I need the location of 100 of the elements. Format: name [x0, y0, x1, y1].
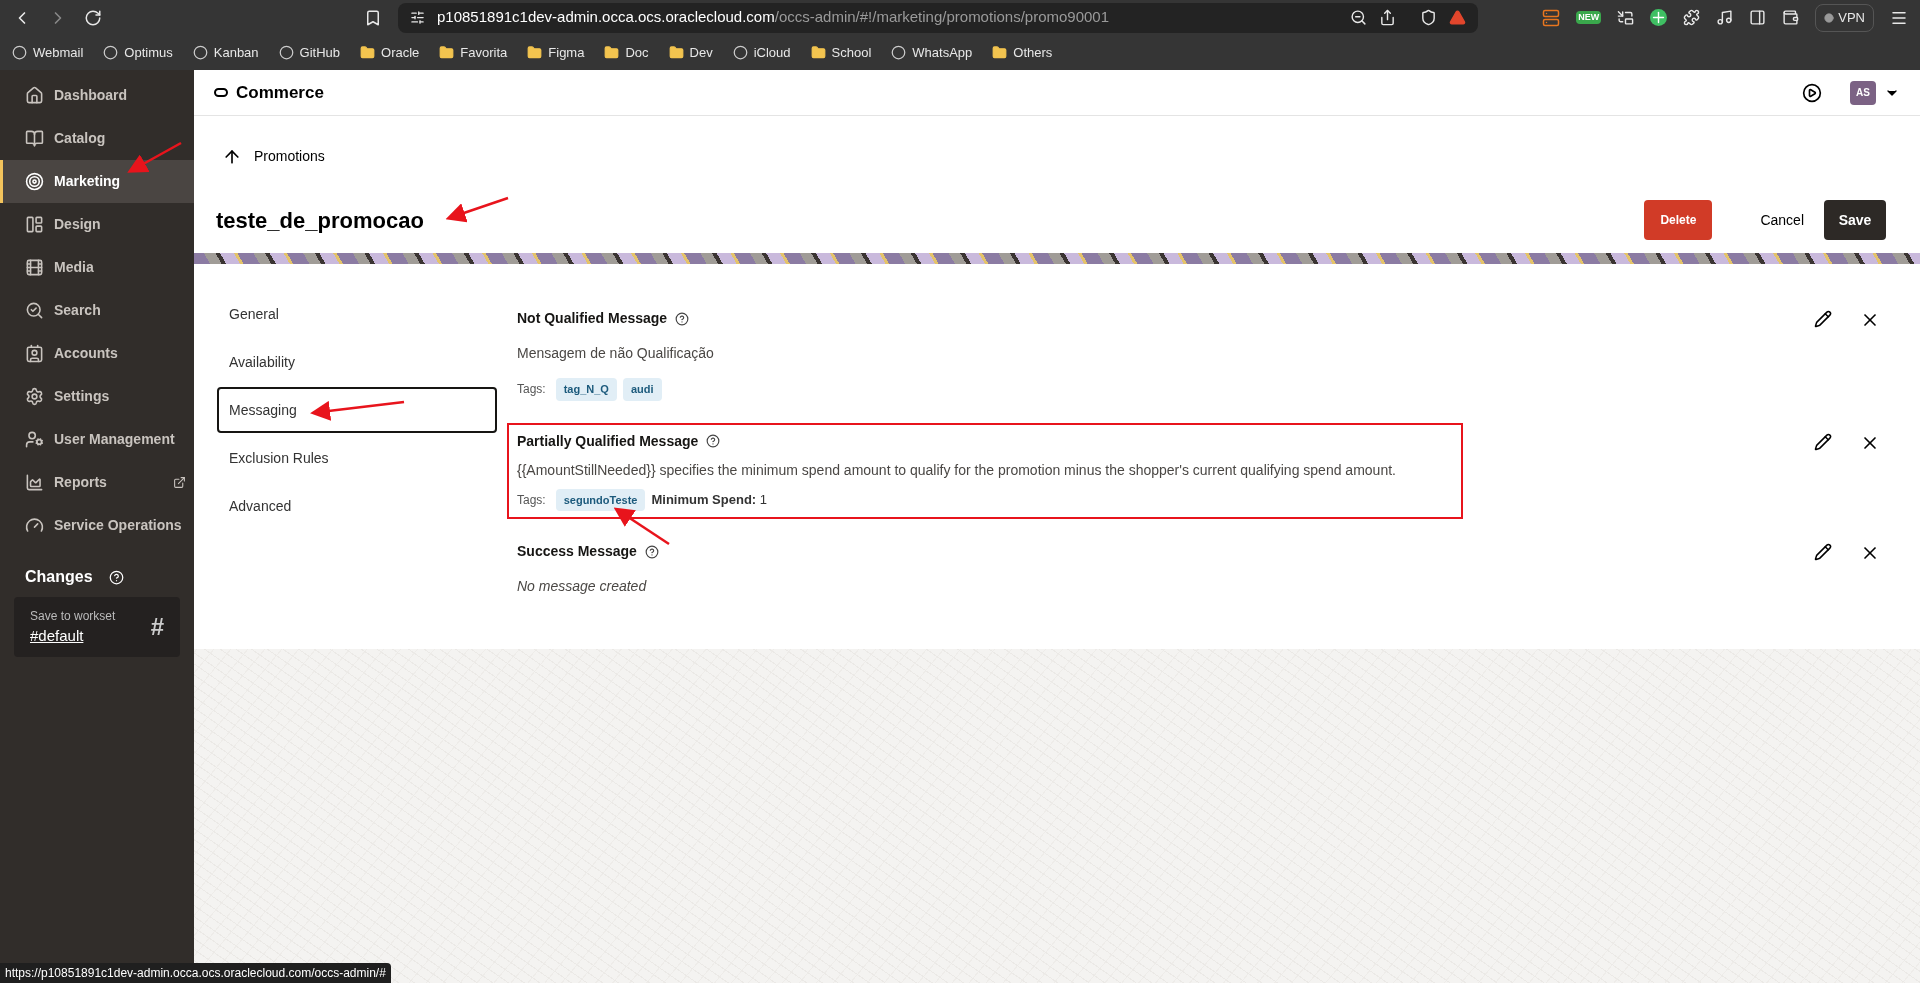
external-link-icon[interactable]	[173, 476, 186, 489]
nav-icon	[25, 301, 44, 320]
sidebar-icon[interactable]	[1749, 9, 1767, 26]
folder-icon	[604, 45, 620, 60]
share-icon[interactable]	[1379, 9, 1396, 26]
edit-icon[interactable]	[1814, 543, 1832, 561]
nav-icon	[25, 172, 44, 191]
play-icon[interactable]	[1802, 82, 1822, 103]
help-icon[interactable]	[644, 544, 659, 559]
vpn-button[interactable]: VPN	[1815, 3, 1874, 32]
user-avatar[interactable]: AS	[1850, 80, 1876, 105]
app-title: Commerce	[236, 81, 324, 104]
site-icon	[192, 45, 208, 60]
section-tab[interactable]: Exclusion Rules	[217, 435, 497, 481]
message-title: Success Message	[517, 542, 637, 561]
bookmark-item[interactable]: iCloud	[732, 42, 791, 63]
bookmark-item[interactable]: Oracle	[360, 42, 420, 63]
bookmark-item[interactable]: Dev	[668, 42, 713, 63]
bookmark-item[interactable]: Figma	[527, 42, 585, 63]
sidebar-item[interactable]: Accounts	[0, 332, 194, 375]
page-title: teste_de_promocao	[216, 206, 424, 235]
folder-icon	[992, 45, 1008, 60]
section-tab[interactable]: Advanced	[217, 483, 497, 529]
bookmark-item[interactable]: GitHub	[278, 42, 341, 63]
message-title: Partially Qualified Message	[517, 431, 699, 451]
workset-caption: Save to workset	[30, 607, 117, 625]
tag-chip: tag_N_Q	[555, 378, 617, 401]
nav-icon	[25, 258, 44, 277]
bookmark-item[interactable]: Doc	[604, 42, 649, 63]
bookmark-icon[interactable]	[364, 8, 382, 27]
changes-heading: Changes	[25, 567, 93, 587]
bookmark-item[interactable]: Kanban	[192, 42, 259, 63]
shield-icon[interactable]	[1420, 9, 1437, 26]
reload-icon[interactable]	[84, 8, 102, 27]
nav-icon	[25, 215, 44, 234]
nav-icon	[25, 473, 44, 492]
site-icon	[103, 45, 119, 60]
address-bar[interactable]: p10851891c1dev-admin.occa.ocs.oraclecloud.com/occs-admin/#!/marketing/promotions/promo90001	[398, 2, 1478, 33]
save-button[interactable]: Save	[1824, 200, 1886, 240]
site-icon	[12, 45, 27, 60]
message-body: Mensagem de não Qualificação	[517, 344, 715, 363]
help-icon[interactable]	[675, 311, 690, 326]
bookmark-item[interactable]: School	[810, 42, 872, 63]
plus-icon[interactable]	[1650, 9, 1668, 26]
nav-icon	[25, 430, 44, 449]
bookmark-item[interactable]: Optimus	[103, 42, 173, 63]
url-text: p10851891c1dev-admin.occa.ocs.oraclecloud.com/occs-admin/#!/marketing/promotions/promo90001	[437, 7, 1110, 28]
sidebar-item[interactable]: Dashboard	[0, 74, 194, 117]
extensions-icon[interactable]	[1683, 9, 1701, 26]
cancel-button[interactable]: Cancel	[1752, 209, 1812, 231]
tags-label: Tags:	[517, 381, 546, 399]
sidebar-item[interactable]: Reports	[0, 461, 194, 504]
message-body: No message created	[517, 577, 648, 596]
delete-button[interactable]: Delete	[1644, 200, 1713, 240]
section-tab[interactable]: Messaging	[217, 387, 497, 433]
wallet-icon[interactable]	[1782, 9, 1800, 26]
triangle-icon[interactable]	[1449, 9, 1466, 26]
sidebar-item[interactable]: Settings	[0, 375, 194, 418]
message-title: Not Qualified Message	[517, 309, 668, 328]
section-tab[interactable]: General	[217, 291, 497, 337]
stack-icon[interactable]	[1542, 8, 1561, 27]
bookmark-item[interactable]: Others	[992, 42, 1053, 63]
nav-icon	[25, 129, 44, 148]
workset-link[interactable]: #default	[30, 624, 151, 648]
zoom-out-icon[interactable]	[1350, 9, 1367, 26]
music-icon[interactable]	[1716, 9, 1734, 26]
logo-icon	[214, 88, 228, 97]
bookmark-item[interactable]: WhatsApp	[891, 42, 973, 63]
sidebar-item[interactable]: Search	[0, 289, 194, 332]
site-icon	[891, 45, 907, 60]
sidebar-item[interactable]: Media	[0, 246, 194, 289]
help-icon[interactable]	[706, 434, 721, 448]
nav-icon	[25, 387, 44, 406]
window-icon[interactable]	[1617, 9, 1635, 26]
sidebar-item[interactable]: Design	[0, 203, 194, 246]
bookmark-item[interactable]: Webmail	[12, 42, 84, 63]
annotation-arrow	[445, 196, 509, 223]
sidebar-item[interactable]: Service Operations	[0, 504, 194, 547]
folder-icon	[527, 45, 543, 60]
folder-icon	[360, 45, 376, 60]
edit-icon[interactable]	[1814, 310, 1832, 328]
tag-chip: segundoTeste	[555, 488, 646, 511]
sidebar-item[interactable]: Marketing	[0, 160, 194, 203]
sidebar-item[interactable]: User Management	[0, 418, 194, 461]
folder-icon	[810, 45, 826, 60]
site-settings-icon[interactable]	[410, 10, 425, 25]
site-icon	[732, 45, 748, 60]
folder-icon	[439, 45, 455, 60]
message-body: {{AmountStillNeeded}} specifies the minimum spend amount to qualify for the promotion minus the shopper's current qualifying spend amount.	[517, 460, 1397, 480]
status-url: https://p10851891c1dev-admin.occa.ocs.oraclecloud.com/occs-admin/#	[0, 963, 391, 983]
section-tab[interactable]: Availability	[217, 339, 497, 385]
edit-icon[interactable]	[1814, 432, 1832, 451]
breadcrumb-link[interactable]: Promotions	[254, 146, 325, 167]
tag-chip: audi	[622, 378, 662, 401]
sidebar-item[interactable]: Catalog	[0, 117, 194, 160]
status-dot-icon	[1824, 12, 1835, 23]
workset-card[interactable]: Save to workset #default #	[14, 597, 180, 657]
site-icon	[278, 45, 294, 60]
tags-label: Tags:	[517, 491, 546, 509]
bookmark-item[interactable]: Favorita	[439, 42, 508, 63]
